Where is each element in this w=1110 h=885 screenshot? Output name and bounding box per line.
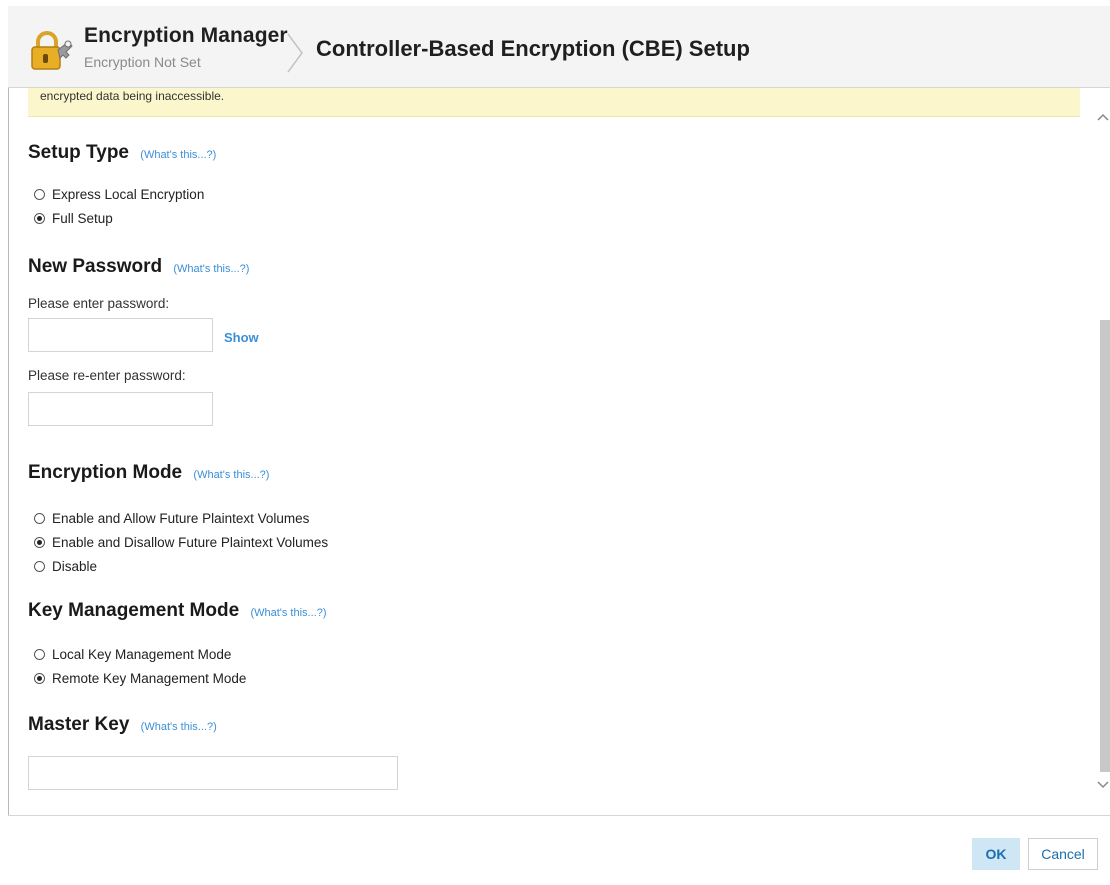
warning-banner: encrypted data being inaccessible. bbox=[28, 88, 1080, 117]
ok-button[interactable]: OK bbox=[972, 838, 1020, 870]
setup-type-help-link[interactable]: (What's this...?) bbox=[140, 149, 216, 161]
radio-button[interactable] bbox=[34, 512, 45, 524]
password-input[interactable] bbox=[28, 318, 213, 352]
scrollbar-thumb[interactable] bbox=[1100, 320, 1110, 772]
radio-button[interactable] bbox=[34, 560, 45, 572]
radio-label: Enable and Disallow Future Plaintext Vol… bbox=[52, 534, 329, 550]
master-key-help-link[interactable]: (What's this...?) bbox=[141, 721, 217, 733]
radio-button[interactable] bbox=[34, 648, 45, 660]
chevron-down-icon[interactable] bbox=[1096, 778, 1110, 792]
new-password-help-link[interactable]: (What's this...?) bbox=[173, 263, 249, 275]
setup-type-label: Setup Type bbox=[28, 142, 129, 163]
reenter-password-input[interactable] bbox=[28, 392, 213, 426]
encryption-mode-label: Encryption Mode bbox=[28, 462, 183, 483]
radio-label: Express Local Encryption bbox=[52, 186, 205, 202]
radio-button[interactable] bbox=[34, 188, 45, 200]
setup-type-title: Setup Type (What's this...?) bbox=[28, 142, 216, 164]
master-key-label: Master Key bbox=[28, 714, 130, 735]
radio-local-key-management[interactable]: Local Key Management Mode bbox=[34, 644, 231, 664]
master-key-title: Master Key (What's this...?) bbox=[28, 714, 217, 736]
new-password-title: New Password (What's this...?) bbox=[28, 256, 249, 278]
encryption-mode-help-link[interactable]: (What's this...?) bbox=[193, 469, 269, 481]
new-password-label: New Password bbox=[28, 256, 163, 277]
key-management-mode-title: Key Management Mode (What's this...?) bbox=[28, 600, 327, 622]
radio-button[interactable] bbox=[34, 212, 45, 224]
key-management-mode-label: Key Management Mode bbox=[28, 600, 240, 621]
radio-label: Remote Key Management Mode bbox=[52, 670, 247, 686]
radio-disable[interactable]: Disable bbox=[34, 556, 97, 576]
radio-label: Full Setup bbox=[52, 210, 113, 226]
radio-remote-key-management[interactable]: Remote Key Management Mode bbox=[34, 668, 246, 688]
app-subtitle: Encryption Not Set bbox=[84, 54, 201, 70]
dialog-footer: OK Cancel bbox=[8, 815, 1110, 885]
encryption-mode-title: Encryption Mode (What's this...?) bbox=[28, 462, 269, 484]
chevron-right-icon bbox=[287, 33, 303, 73]
reenter-password-label: Please re-enter password: bbox=[28, 368, 186, 383]
radio-button[interactable] bbox=[34, 672, 45, 684]
dialog-content[interactable]: encrypted data being inaccessible. Setup… bbox=[8, 88, 1096, 798]
show-password-link[interactable]: Show bbox=[224, 330, 259, 345]
radio-button[interactable] bbox=[34, 536, 45, 548]
app-title: Encryption Manager bbox=[84, 24, 288, 47]
radio-label: Local Key Management Mode bbox=[52, 646, 232, 662]
radio-enable-disallow-plaintext[interactable]: Enable and Disallow Future Plaintext Vol… bbox=[34, 532, 328, 552]
radio-express-local-encryption[interactable]: Express Local Encryption bbox=[34, 184, 204, 204]
enter-password-label: Please enter password: bbox=[28, 296, 170, 311]
cancel-button[interactable]: Cancel bbox=[1028, 838, 1098, 870]
warning-text: encrypted data being inaccessible. bbox=[40, 89, 225, 103]
master-key-input[interactable] bbox=[28, 756, 398, 790]
radio-label: Disable bbox=[52, 558, 98, 574]
page-title: Controller-Based Encryption (CBE) Setup bbox=[316, 36, 750, 61]
chevron-up-icon[interactable] bbox=[1096, 110, 1110, 124]
radio-label: Enable and Allow Future Plaintext Volume… bbox=[52, 510, 310, 526]
vertical-scrollbar[interactable] bbox=[1096, 88, 1110, 798]
lock-icon bbox=[31, 31, 73, 70]
radio-full-setup[interactable]: Full Setup bbox=[34, 208, 113, 228]
dialog-header: Encryption Manager Encryption Not Set Co… bbox=[8, 6, 1110, 88]
key-management-help-link[interactable]: (What's this...?) bbox=[250, 607, 326, 619]
radio-enable-allow-plaintext[interactable]: Enable and Allow Future Plaintext Volume… bbox=[34, 508, 309, 528]
